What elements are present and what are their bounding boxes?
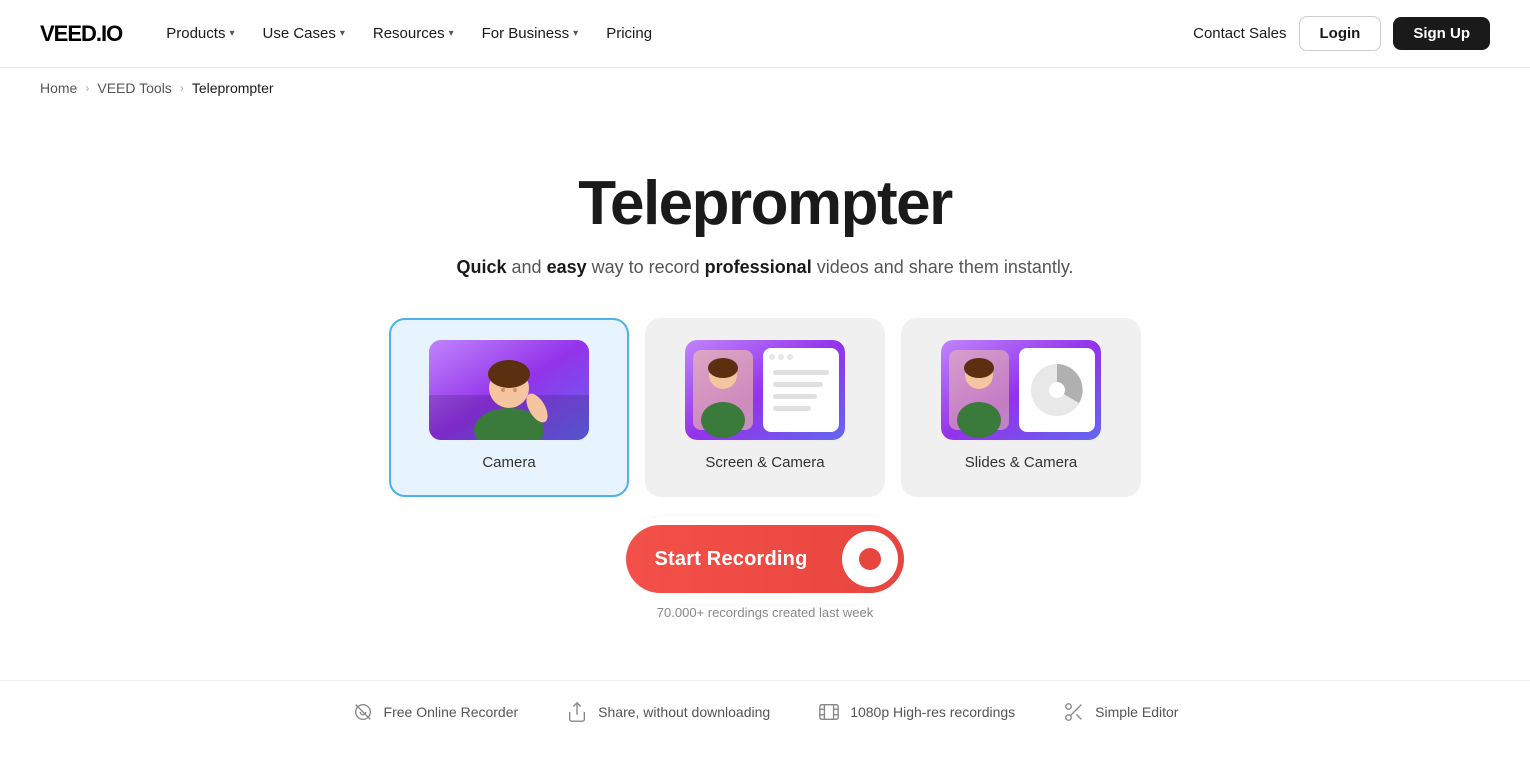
share-icon [566,701,588,723]
mode-card-camera[interactable]: Camera [389,318,629,497]
feature-simple-editor: Simple Editor [1063,701,1178,723]
start-recording-label: Start Recording [626,530,835,589]
camera-preview [429,340,589,440]
nav-resources[interactable]: Resources ▾ [361,17,466,50]
page-title: Teleprompter [578,168,952,239]
nav-pricing[interactable]: Pricing [594,17,664,50]
film-icon [818,701,840,723]
recording-icon [842,531,898,587]
recordings-count: 70.000+ recordings created last week [657,605,873,620]
slides-camera-mode-image [941,340,1101,440]
camera-off-icon [352,701,374,723]
breadcrumb-sep-1: › [85,81,89,95]
hero-professional: professional [705,257,812,277]
feature-free-text: Free Online Recorder [384,704,519,720]
navbar: VEED.IO Products ▾ Use Cases ▾ Resources… [0,0,1530,68]
screen-camera-label: Screen & Camera [705,454,824,471]
start-recording-button[interactable]: Start Recording [626,525,903,593]
record-dot [859,548,881,570]
camera-mode-image [429,340,589,440]
slides-camera-label: Slides & Camera [965,454,1078,471]
nav-links: Products ▾ Use Cases ▾ Resources ▾ For B… [154,17,664,50]
screen-camera-mode-image [685,340,845,440]
nav-products[interactable]: Products ▾ [154,17,246,50]
camera-illustration [429,340,589,440]
nav-actions: Contact Sales Login Sign Up [1193,16,1490,51]
contact-sales-link[interactable]: Contact Sales [1193,25,1286,42]
nav-use-cases[interactable]: Use Cases ▾ [250,17,356,50]
feature-share: Share, without downloading [566,701,770,723]
scissors-icon [1063,701,1085,723]
slides-camera-illustration [941,340,1101,440]
mode-card-slides-camera[interactable]: Slides & Camera [901,318,1141,497]
camera-label: Camera [482,454,535,471]
breadcrumb-tools[interactable]: VEED Tools [97,80,171,96]
mode-card-screen-camera[interactable]: Screen & Camera [645,318,885,497]
hero-easy: easy [547,257,587,277]
hero-quick: Quick [456,257,506,277]
breadcrumb-sep-2: › [180,81,184,95]
feature-highres: 1080p High-res recordings [818,701,1015,723]
nav-for-business[interactable]: For Business ▾ [470,17,591,50]
hero-subtitle: Quick and easy way to record professiona… [456,257,1073,278]
breadcrumb: Home › VEED Tools › Teleprompter [0,68,1530,108]
login-button[interactable]: Login [1299,16,1382,51]
features-bar: Free Online Recorder Share, without down… [0,680,1530,763]
screen-camera-illustration [685,340,845,440]
breadcrumb-home[interactable]: Home [40,80,77,96]
signup-button[interactable]: Sign Up [1393,17,1490,50]
breadcrumb-current: Teleprompter [192,80,274,96]
chevron-down-icon: ▾ [573,28,578,39]
hero-section: Teleprompter Quick and easy way to recor… [0,108,1530,680]
chevron-down-icon: ▾ [340,28,345,39]
feature-share-text: Share, without downloading [598,704,770,720]
feature-free-recorder: Free Online Recorder [352,701,519,723]
logo[interactable]: VEED.IO [40,21,122,47]
chevron-down-icon: ▾ [449,28,454,39]
chevron-down-icon: ▾ [229,28,234,39]
mode-cards-container: Camera [389,318,1141,497]
feature-highres-text: 1080p High-res recordings [850,704,1015,720]
feature-editor-text: Simple Editor [1095,704,1178,720]
